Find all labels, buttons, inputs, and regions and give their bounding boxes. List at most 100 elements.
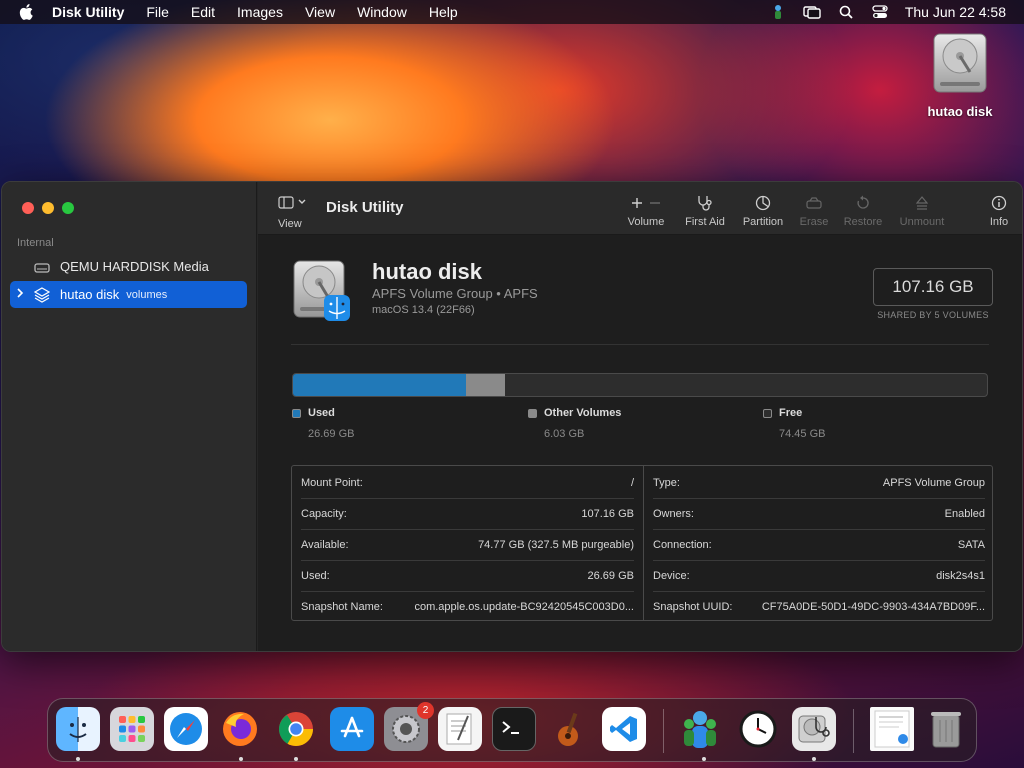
control-center-icon[interactable] <box>863 0 897 24</box>
running-indicator <box>76 757 80 761</box>
screen-mirroring-icon[interactable] <box>795 0 829 24</box>
firefox-icon[interactable] <box>218 707 262 751</box>
usage-bar-other <box>465 374 505 396</box>
sidebar-item-qemu-harddisk[interactable]: QEMU HARDDISK Media <box>10 253 247 280</box>
vscode-icon[interactable] <box>602 707 646 751</box>
menu-edit[interactable]: Edit <box>180 0 226 24</box>
volume-stack-icon <box>30 286 54 303</box>
sidebar: Internal QEMU HARDDISK Media hutao disk … <box>2 182 257 651</box>
eject-icon <box>894 194 950 212</box>
desktop-disk-icon[interactable]: hutao disk <box>920 32 1000 119</box>
volume-button[interactable]: Volume <box>624 194 668 228</box>
restore-icon <box>840 194 886 212</box>
textedit-icon[interactable] <box>438 707 482 751</box>
disk-utility-icon[interactable] <box>792 707 836 751</box>
document-icon[interactable] <box>870 707 914 751</box>
first-aid-button[interactable]: First Aid <box>680 194 730 228</box>
system-settings-icon[interactable]: 2 <box>384 702 434 751</box>
disk-utility-window: Internal QEMU HARDDISK Media hutao disk … <box>1 181 1023 652</box>
menu-help[interactable]: Help <box>418 0 469 24</box>
info-column-left: Mount Point: / Capacity: 107.16 GB Availab… <box>292 466 643 620</box>
toolbar: View Disk Utility Volume First Aid Parti… <box>258 182 1022 235</box>
window-controls <box>22 202 74 214</box>
dock-separator <box>663 709 664 753</box>
launchpad-icon[interactable] <box>110 707 154 751</box>
disk-subtitle: APFS Volume Group • APFS <box>372 286 538 301</box>
legend-other-volumes: Other Volumes 6.03 GB <box>528 407 621 440</box>
partition-button[interactable]: Partition <box>738 194 788 228</box>
info-row-device: Device: disk2s4s1 <box>653 569 985 582</box>
desktop-icon-label: hutao disk <box>927 104 993 119</box>
menu-window[interactable]: Window <box>346 0 418 24</box>
legend-swatch-free <box>763 408 772 418</box>
directory-status-icon[interactable] <box>761 0 795 24</box>
trash-icon[interactable] <box>924 707 968 751</box>
window-title: Disk Utility <box>326 199 404 216</box>
apple-menu[interactable] <box>0 4 52 20</box>
disk-title: hutao disk <box>372 259 483 284</box>
view-label: View <box>278 218 302 230</box>
menu-clock[interactable]: Thu Jun 22 4:58 <box>897 4 1024 20</box>
disclosure-chevron-icon[interactable] <box>10 288 30 301</box>
menu-file[interactable]: File <box>135 0 180 24</box>
menu-images[interactable]: Images <box>226 0 294 24</box>
info-column-right: Type: APFS Volume Group Owners: Enabled Co… <box>643 466 994 620</box>
legend-label: Other Volumes <box>544 407 622 419</box>
notification-badge: 2 <box>417 702 434 719</box>
clock-icon[interactable] <box>736 707 780 751</box>
sidebar-item-label: QEMU HARDDISK Media <box>60 259 209 274</box>
erase-button[interactable]: Erase <box>794 194 834 228</box>
sidebar-item-sublabel: volumes <box>126 288 168 301</box>
directory-utility-icon[interactable] <box>678 707 722 751</box>
sidebar-item-hutao-disk[interactable]: hutao disk volumes <box>10 281 247 308</box>
menu-app-name[interactable]: Disk Utility <box>52 0 135 24</box>
view-button[interactable]: View <box>278 194 306 230</box>
detail-pane: hutao disk APFS Volume Group • APFS macO… <box>258 235 1022 651</box>
running-indicator <box>812 757 816 761</box>
legend-value: 26.69 GB <box>308 428 355 440</box>
legend-label: Used <box>308 407 335 419</box>
minimize-button[interactable] <box>42 202 54 214</box>
erase-label: Erase <box>799 216 829 228</box>
running-indicator <box>702 757 706 761</box>
menu-view[interactable]: View <box>294 0 346 24</box>
finder-icon[interactable] <box>56 707 100 751</box>
info-row-connection: Connection: SATA <box>653 538 985 551</box>
sidebar-toggle-icon <box>278 195 294 209</box>
info-button[interactable]: Info <box>986 194 1012 228</box>
dock: 2 <box>47 698 977 762</box>
first-aid-label: First Aid <box>685 216 725 228</box>
eraser-icon <box>794 194 834 212</box>
internal-disk-icon <box>30 261 54 273</box>
sidebar-section-internal: Internal <box>17 237 54 249</box>
instruments-icon[interactable] <box>548 707 592 751</box>
plus-minus-icon <box>624 194 668 212</box>
info-row-type: Type: APFS Volume Group <box>653 476 985 489</box>
info-row-owners: Owners: Enabled <box>653 507 985 520</box>
info-label: Info <box>989 216 1009 228</box>
terminal-icon[interactable] <box>492 707 536 751</box>
info-row-capacity: Capacity: 107.16 GB <box>301 507 634 520</box>
spotlight-search-icon[interactable] <box>829 0 863 24</box>
info-row-mount-point: Mount Point: / <box>301 476 634 489</box>
restore-button[interactable]: Restore <box>840 194 886 228</box>
app-store-icon[interactable] <box>330 707 374 751</box>
close-button[interactable] <box>22 202 34 214</box>
info-icon <box>986 194 1012 212</box>
info-row-available: Available: 74.77 GB (327.5 MB purgeable) <box>301 538 634 551</box>
stethoscope-icon <box>680 194 730 212</box>
restore-label: Restore <box>843 216 883 228</box>
chrome-icon[interactable] <box>274 707 318 751</box>
info-row-used: Used: 26.69 GB <box>301 569 634 582</box>
legend-label: Free <box>779 407 803 419</box>
zoom-button[interactable] <box>62 202 74 214</box>
pie-icon <box>738 194 788 212</box>
legend-swatch-other <box>528 408 537 418</box>
legend-value: 6.03 GB <box>544 428 585 440</box>
info-row-snapshot-name: Snapshot Name: com.apple.os.update-BC9242… <box>301 600 634 613</box>
chevron-down-icon <box>298 199 306 204</box>
safari-icon[interactable] <box>164 707 208 751</box>
usage-bar-used <box>293 374 466 396</box>
disk-volume-icon <box>292 257 352 323</box>
unmount-button[interactable]: Unmount <box>894 194 950 228</box>
